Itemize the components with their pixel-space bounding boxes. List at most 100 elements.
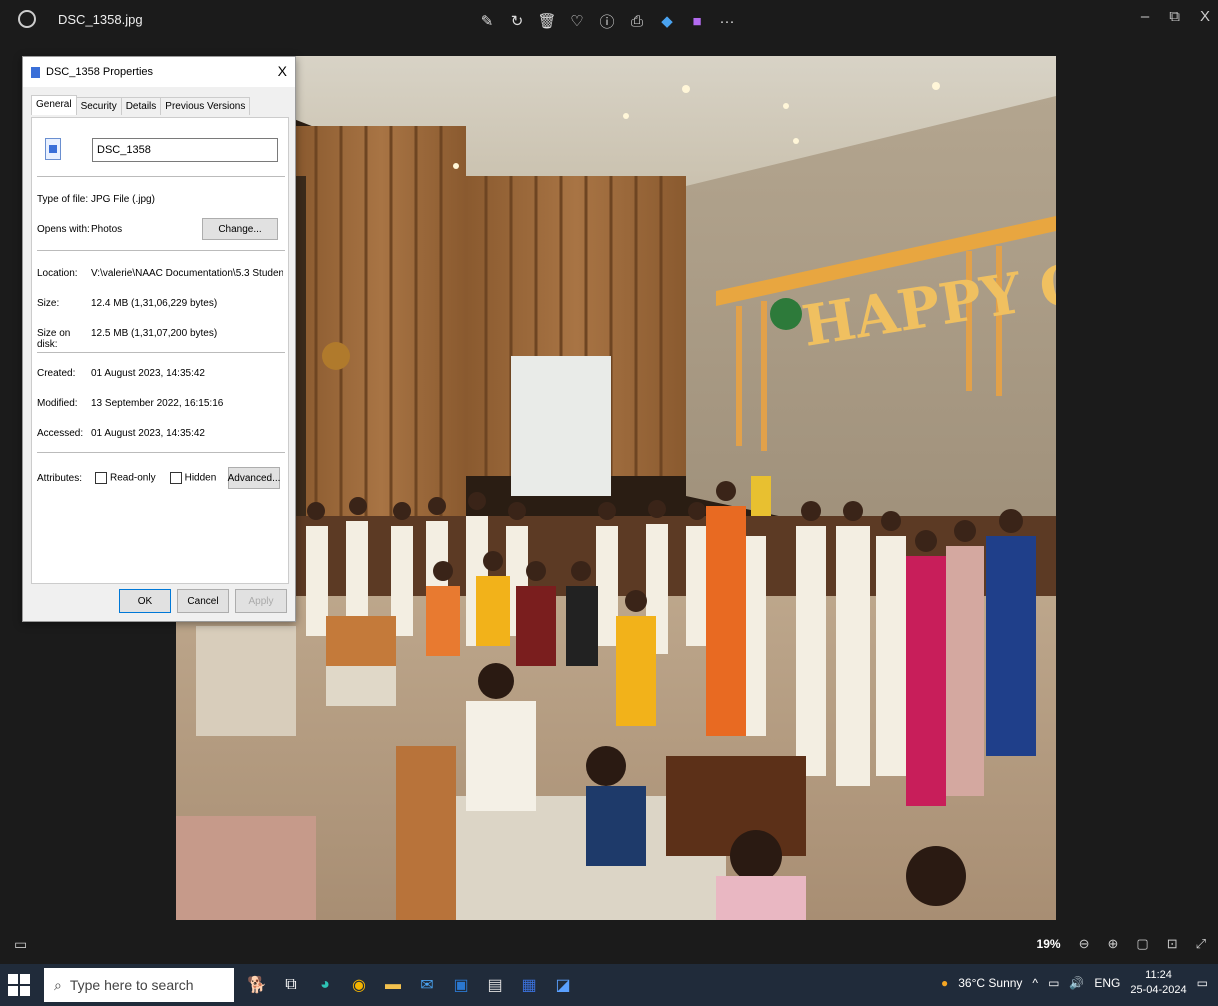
modified-value: 13 September 2022, 16:15:16 <box>91 398 224 409</box>
opens-value: Photos <box>91 224 123 235</box>
modified-row: Modified: 13 September 2022, 16:15:16 <box>37 398 223 409</box>
divider <box>37 452 285 453</box>
delete-icon[interactable]: 🗑 <box>535 9 559 33</box>
dialog-title-bar[interactable]: DSC_1358 Properties X <box>23 57 295 87</box>
minimize-button[interactable]: – <box>1141 8 1149 25</box>
network-icon[interactable]: ▭ <box>1048 976 1059 990</box>
size-on-disk-value: 12.5 MB (1,31,07,200 bytes) <box>91 328 218 339</box>
task-view-icon[interactable]: ⧉ <box>278 970 304 1000</box>
event-photo: HAPPY ONAM <box>176 56 1056 920</box>
photo-canvas[interactable]: HAPPY ONAM <box>176 56 1056 920</box>
word-icon[interactable]: ▦ <box>516 970 542 1000</box>
store-icon[interactable]: ▤ <box>482 970 508 1000</box>
size-on-disk-row: Size on disk: 12.5 MB (1,31,07,200 bytes… <box>37 328 217 350</box>
weather-text[interactable]: 36°C Sunny <box>958 976 1022 990</box>
type-row: Type of file: JPG File (.jpg) <box>37 194 155 205</box>
filmstrip-icon[interactable]: ▭ <box>14 936 27 953</box>
taskbar: ⌕ Type here to search 🐕 ⧉ ◕ ◉ ▬ ✉ ▣ ▤ ▦ … <box>0 964 1218 1006</box>
tab-security[interactable]: Security <box>75 97 122 115</box>
window-controls: – ⧉ X <box>1141 8 1210 25</box>
divider <box>37 176 285 177</box>
favorite-icon[interactable]: ♡ <box>565 9 589 33</box>
dog-widget-icon[interactable]: 🐕 <box>244 970 270 1000</box>
outlook-icon[interactable]: ▣ <box>448 970 474 1000</box>
divider <box>37 352 285 353</box>
location-row: Location: V:\valerie\NAAC Documentation\… <box>37 268 283 279</box>
accessed-row: Accessed: 01 August 2023, 14:35:42 <box>37 428 205 439</box>
chevron-up-icon[interactable]: ^ <box>1032 976 1038 990</box>
hidden-checkbox[interactable]: Hidden <box>169 472 216 484</box>
readonly-checkbox[interactable]: Read-only <box>95 472 156 484</box>
dialog-tabs: General Security Details Previous Versio… <box>31 95 251 115</box>
location-label: Location: <box>37 268 78 279</box>
file-icon <box>31 66 40 78</box>
clipchamp-icon[interactable]: ■ <box>685 9 709 33</box>
fit-window-icon[interactable]: ⊡ <box>1167 936 1178 952</box>
more-icon[interactable]: ··· <box>715 9 739 33</box>
created-value: 01 August 2023, 14:35:42 <box>91 368 205 379</box>
clock-time: 11:24 <box>1145 969 1172 981</box>
mail-icon[interactable]: ✉ <box>414 970 440 1000</box>
search-placeholder: Type here to search <box>69 977 194 993</box>
file-name-field[interactable]: DSC_1358 <box>92 138 278 162</box>
dialog-close-button[interactable]: X <box>278 63 287 79</box>
rotate-icon[interactable]: ↻ <box>505 9 529 33</box>
photo-toolbar: ✎ ↻ 🗑 ♡ ⓘ ⎙ ◆ ■ ··· <box>475 9 739 33</box>
type-label: Type of file: <box>37 194 89 205</box>
general-panel: DSC_1358 Type of file: JPG File (.jpg) O… <box>31 117 289 584</box>
ok-button[interactable]: OK <box>119 589 171 613</box>
tab-details[interactable]: Details <box>120 97 162 115</box>
fullscreen-icon[interactable]: ⤢ <box>1196 936 1206 952</box>
info-icon[interactable]: ⓘ <box>595 9 619 33</box>
restore-button[interactable]: ⧉ <box>1169 8 1180 25</box>
clock[interactable]: 11:24 25-04-2024 <box>1130 968 1186 998</box>
taskbar-search[interactable]: ⌕ Type here to search <box>44 968 234 1002</box>
file-explorer-icon[interactable]: ▬ <box>380 970 406 1000</box>
file-title: DSC_1358.jpg <box>58 12 143 27</box>
location-value: V:\valerie\NAAC Documentation\5.3 Studen… <box>91 268 283 279</box>
windows-start-icon[interactable] <box>8 974 30 996</box>
cancel-button[interactable]: Cancel <box>177 589 229 613</box>
system-tray: ● 36°C Sunny ^ ▭ 🔊 ENG 11:24 25-04-2024 … <box>941 968 1208 998</box>
attributes-row: Attributes: Read-only Hidden <box>37 472 216 484</box>
opens-label: Opens with: <box>37 224 90 235</box>
created-label: Created: <box>37 368 76 379</box>
close-button[interactable]: X <box>1200 8 1210 25</box>
advanced-button[interactable]: Advanced... <box>228 467 280 489</box>
checkbox-box <box>95 472 107 484</box>
size-on-disk-label: Size on disk: <box>37 328 71 350</box>
zoom-in-icon[interactable]: ⊕ <box>1107 936 1118 952</box>
apply-button[interactable]: Apply <box>235 589 287 613</box>
edge-icon[interactable]: ◕ <box>312 970 338 1000</box>
tab-previous-versions[interactable]: Previous Versions <box>160 97 251 115</box>
taskbar-apps: 🐕 ⧉ ◕ ◉ ▬ ✉ ▣ ▤ ▦ ◪ <box>244 970 576 1000</box>
print-icon[interactable]: ⎙ <box>625 9 649 33</box>
attributes-label: Attributes: <box>37 472 83 484</box>
zoom-out-icon[interactable]: ⊖ <box>1079 936 1090 952</box>
change-button[interactable]: Change... <box>202 218 278 240</box>
edit-icon[interactable]: ✎ <box>475 9 499 33</box>
readonly-label: Read-only <box>110 472 156 484</box>
size-value: 12.4 MB (1,31,06,229 bytes) <box>91 298 218 309</box>
tab-general[interactable]: General <box>31 95 77 115</box>
title-bar: DSC_1358.jpg ✎ ↻ 🗑 ♡ ⓘ ⎙ ◆ ■ ··· – ⧉ X <box>0 0 1218 44</box>
dialog-title: DSC_1358 Properties <box>46 66 154 78</box>
photo-bottom-bar: ▭ 19% ⊖ ⊕ ▢ ⊡ ⤢ <box>0 928 1218 964</box>
opens-row: Opens with: Photos <box>37 224 122 235</box>
chrome-icon[interactable]: ◉ <box>346 970 372 1000</box>
accessed-value: 01 August 2023, 14:35:42 <box>91 428 205 439</box>
photos-icon[interactable]: ◪ <box>550 970 576 1000</box>
actual-size-icon[interactable]: ▢ <box>1136 936 1148 952</box>
jpg-file-icon <box>45 138 61 160</box>
checkbox-box <box>169 472 182 484</box>
created-row: Created: 01 August 2023, 14:35:42 <box>37 368 205 379</box>
dialog-buttons: OK Cancel Apply <box>119 589 287 613</box>
properties-dialog: DSC_1358 Properties X General Security D… <box>22 56 296 622</box>
volume-icon[interactable]: 🔊 <box>1069 976 1084 990</box>
modified-label: Modified: <box>37 398 78 409</box>
weather-icon[interactable]: ● <box>941 976 948 990</box>
zoom-controls: 19% ⊖ ⊕ ▢ ⊡ ⤢ <box>1037 936 1206 952</box>
notification-icon[interactable]: ▭ <box>1197 976 1208 990</box>
language-indicator[interactable]: ENG <box>1094 976 1120 990</box>
share-icon[interactable]: ◆ <box>655 9 679 33</box>
